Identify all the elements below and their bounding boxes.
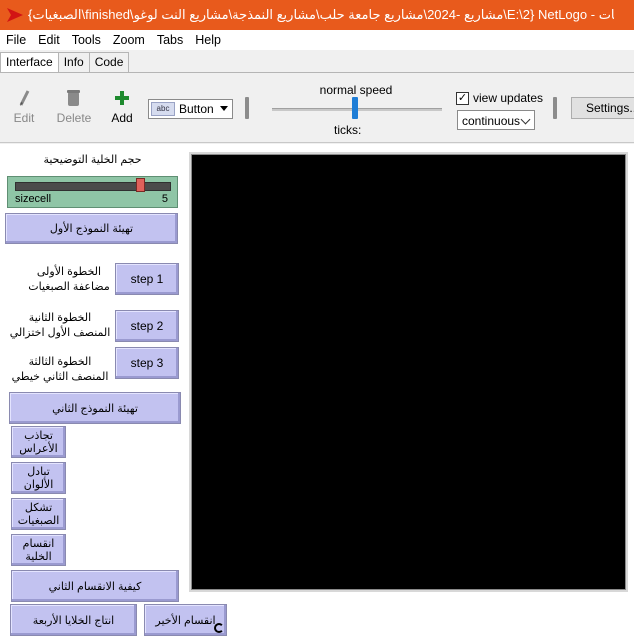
title-bar: {الصبغيات\finished\مشاريع -2024\مشاريع ج… [0,0,634,30]
tab-code[interactable]: Code [88,52,130,72]
step3-note-line1: الخطوة الثالثة [28,356,92,368]
setup-model-1-button[interactable]: تهيئة النموذج الأول [5,213,178,244]
speed-label: normal speed [319,83,393,97]
step1-note-line1: الخطوة الأولى [36,266,102,278]
world-view[interactable] [191,154,626,590]
add-button[interactable]: Add [102,89,142,125]
forever-loop-icon [214,623,224,633]
sizecell-slider[interactable]: sizecell 5 [7,176,178,208]
edit-label: Edit [13,111,35,125]
settings-button[interactable]: Settings... [571,97,634,119]
step1-note-line2: مضاعفة الصبغيات [28,281,110,293]
tab-info[interactable]: Info [57,52,90,72]
edit-button[interactable]: Edit [4,89,44,125]
widget-type-select[interactable]: abc Button [148,99,233,119]
setup-model-2-button[interactable]: تهيئة النموذج الثاني [9,392,181,424]
step-3-button[interactable]: step 3 [115,347,179,379]
step3-note-line2: المنصف الثاني خيطي [11,371,109,383]
slider-name: sizecell [15,193,52,205]
menu-file[interactable]: File [0,33,32,47]
cell-division-button[interactable]: انقسام الخلية [11,534,66,566]
step-2-button[interactable]: step 2 [115,310,179,342]
tab-bar: Interface Info Code [0,52,130,73]
toolbar-separator [553,97,557,119]
toolbar-separator [245,97,249,119]
interface-toolbar: Edit Delete Add abc Button normal speed … [0,73,634,143]
chevron-down-icon [520,114,531,125]
update-mode-value: continuous [462,114,521,128]
step3-note: الخطوة الثالثة المنصف الثاني خيطي [5,355,115,385]
swap-colors-button[interactable]: تبادل الألوان [11,462,66,494]
add-label: Add [111,111,133,125]
step1-note: الخطوة الأولى مضاعفة الصبغيات [8,265,130,295]
update-mode-select[interactable]: continuous [457,110,535,130]
view-updates-checkbox[interactable]: ✓ [456,92,469,105]
step-1-button[interactable]: step 1 [115,263,179,295]
speed-slider-thumb[interactable] [352,97,358,119]
menu-bar: File Edit Tools Zoom Tabs Help [0,30,634,50]
dropdown-arrow-icon [220,106,228,111]
step2-note: الخطوة الثانية المنصف الأول اختزالي [5,311,115,341]
delete-button[interactable]: Delete [54,89,94,125]
window-title: {الصبغيات\finished\مشاريع -2024\مشاريع ج… [28,7,614,22]
step2-note-line1: الخطوة الثانية [28,312,92,324]
slider-title-note: حجم الخلية التوضيحية [43,154,142,166]
step2-note-line2: المنصف الأول اختزالي [9,327,111,339]
netlogo-logo-icon [7,8,23,22]
last-division-label: انقسام الأخير [155,614,216,627]
button-widget-icon: abc [151,102,175,116]
slider-value: 5 [161,193,168,205]
view-updates-label: view updates [473,91,544,105]
delete-label: Delete [56,111,92,125]
slider-thumb[interactable] [136,178,145,192]
produce-four-cells-button[interactable]: انتاج الخلايا الأربعة [10,604,137,636]
ticks-label: ticks: [334,123,362,137]
tab-interface[interactable]: Interface [0,52,59,73]
last-division-forever-button[interactable]: انقسام الأخير [144,604,227,636]
menu-help[interactable]: Help [189,33,227,47]
menu-edit[interactable]: Edit [32,33,66,47]
attract-homologs-button[interactable]: تجاذب الأعراس [11,426,66,458]
pencil-icon [19,90,30,106]
trash-icon [67,90,80,106]
form-chromosomes-button[interactable]: تشكل الصبغيات [11,498,66,530]
plus-icon [115,91,129,105]
widget-type-value: Button [179,102,214,116]
slider-track [15,182,171,191]
second-division-button[interactable]: كيفية الانقسام الثاني [11,570,179,602]
menu-tools[interactable]: Tools [66,33,107,47]
menu-zoom[interactable]: Zoom [107,33,151,47]
menu-tabs[interactable]: Tabs [151,33,189,47]
